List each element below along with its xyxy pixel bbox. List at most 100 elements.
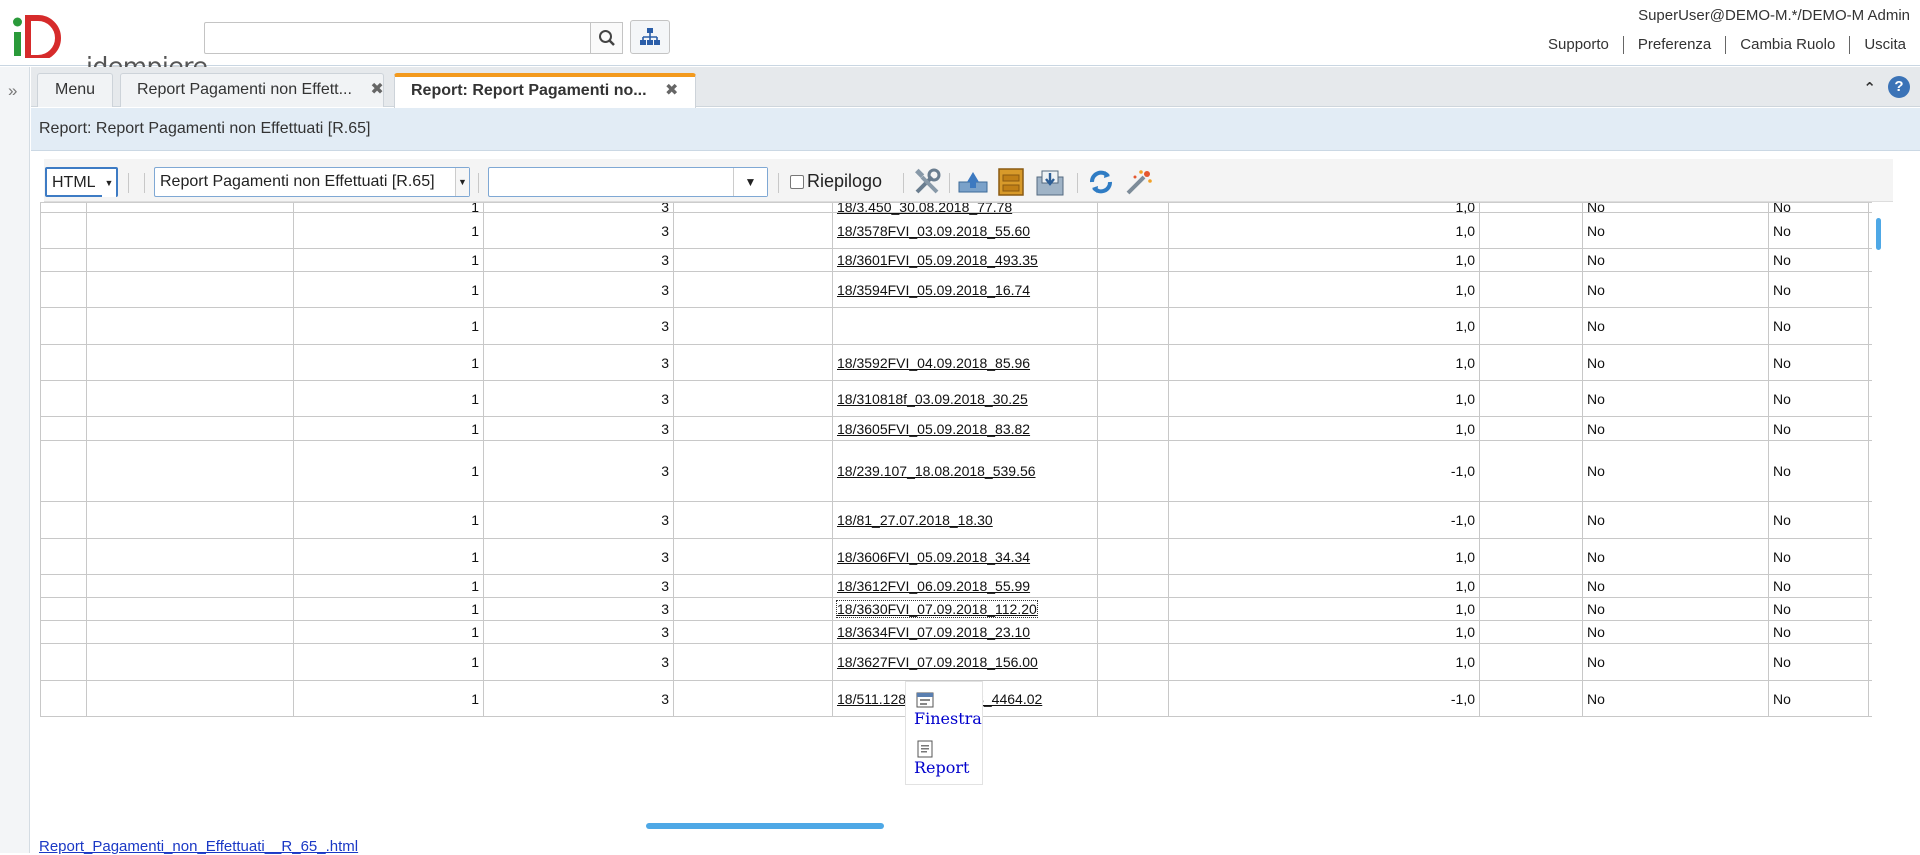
wizard-button[interactable] bbox=[1122, 165, 1156, 199]
summary-checkbox[interactable]: Riepilogo bbox=[790, 171, 882, 192]
document-link[interactable]: 18/3634FVI_07.09.2018_23.10 bbox=[837, 624, 1030, 640]
expand-panel-icon[interactable]: » bbox=[8, 81, 17, 101]
cell-flag: No bbox=[1583, 502, 1769, 538]
cell bbox=[87, 644, 294, 680]
cell bbox=[1098, 681, 1169, 716]
document-link[interactable]: 18/3627FVI_07.09.2018_156.00 bbox=[837, 654, 1038, 670]
cell bbox=[1480, 598, 1583, 620]
cell bbox=[87, 598, 294, 620]
search-button[interactable] bbox=[590, 22, 623, 54]
cell-amount: 1,0 bbox=[1169, 203, 1480, 215]
logout-link[interactable]: Uscita bbox=[1849, 36, 1920, 54]
popup-item-report[interactable]: Report bbox=[914, 758, 969, 777]
cell bbox=[674, 575, 833, 597]
cell-flag: No bbox=[1769, 644, 1869, 680]
drill-up-button[interactable] bbox=[956, 165, 990, 199]
chevron-down-icon[interactable]: ▼ bbox=[733, 168, 767, 196]
cell-number: 3 bbox=[484, 681, 674, 716]
sitemap-button[interactable] bbox=[630, 20, 670, 54]
cell-flag: No bbox=[1769, 272, 1869, 307]
popup-item-window[interactable]: Finestra bbox=[914, 709, 982, 728]
print-format-select[interactable]: ▼ bbox=[488, 167, 768, 197]
document-link[interactable]: 18/3601FVI_05.09.2018_493.35 bbox=[837, 252, 1038, 268]
window-icon bbox=[916, 692, 934, 708]
cell-amount: -1,0 bbox=[1169, 681, 1480, 716]
cell bbox=[40, 381, 87, 416]
checkbox-box[interactable] bbox=[790, 174, 804, 189]
cell-amount: 1,0 bbox=[1169, 644, 1480, 680]
table-row: 1 3 18/3606FVI_05.09.2018_34.34 1,0 No No bbox=[40, 539, 1872, 575]
document-link[interactable]: 18/310818f_03.09.2018_30.25 bbox=[837, 391, 1028, 407]
chevron-up-icon[interactable]: ⌃ bbox=[1863, 79, 1876, 97]
close-tab-icon[interactable]: ✖ bbox=[370, 81, 383, 98]
tab-report-window[interactable]: Report Pagamenti non Effett... ✖ bbox=[120, 73, 384, 107]
support-link[interactable]: Supporto bbox=[1534, 36, 1623, 54]
download-file-link[interactable]: Report_Pagamenti_non_Effettuati__R_65_.h… bbox=[39, 838, 358, 855]
preferences-link[interactable]: Preferenza bbox=[1622, 36, 1725, 54]
cell-flag: No bbox=[1769, 621, 1869, 643]
dropdown-arrow-icon[interactable]: ▼ bbox=[455, 168, 469, 196]
cell-number: 3 bbox=[484, 308, 674, 344]
cell-number: 3 bbox=[484, 598, 674, 620]
tab-menu[interactable]: Menu bbox=[37, 73, 113, 107]
cell-number: 1 bbox=[294, 417, 484, 440]
cell-flag: No bbox=[1769, 345, 1869, 380]
cell bbox=[40, 441, 87, 501]
cell-flag: No bbox=[1769, 598, 1869, 620]
report-view-select[interactable]: Report Pagamenti non Effettuati [R.65] ▼ bbox=[154, 167, 470, 197]
document-link[interactable]: 18/3594FVI_05.09.2018_16.74 bbox=[837, 282, 1030, 298]
cell-number: 1 bbox=[294, 575, 484, 597]
separator bbox=[478, 173, 479, 193]
document-link[interactable]: 18/3606FVI_05.09.2018_34.34 bbox=[837, 549, 1030, 565]
cell-number: 3 bbox=[484, 203, 674, 215]
cell-number: 1 bbox=[294, 441, 484, 501]
separator bbox=[778, 173, 779, 193]
cell bbox=[1480, 203, 1583, 212]
document-link[interactable]: 18/3578FVI_03.09.2018_55.60 bbox=[837, 223, 1030, 239]
cell-number: 1 bbox=[294, 213, 484, 248]
document-link[interactable]: 18/3605FVI_05.09.2018_83.82 bbox=[837, 421, 1030, 437]
cell-number: 1 bbox=[294, 381, 484, 416]
export-button[interactable] bbox=[1033, 165, 1067, 199]
document-link[interactable]: 18/3612FVI_06.09.2018_55.99 bbox=[837, 578, 1030, 594]
tab-report-viewer[interactable]: Report: Report Pagamenti no... ✖ bbox=[394, 73, 696, 108]
archive-button[interactable] bbox=[994, 165, 1028, 199]
document-link[interactable]: 18/239.107_18.08.2018_539.56 bbox=[837, 463, 1036, 479]
close-tab-icon[interactable]: ✖ bbox=[665, 82, 678, 99]
user-info[interactable]: SuperUser@DEMO-M.*/DEMO-M Admin bbox=[1638, 7, 1910, 24]
dropdown-arrow-icon[interactable]: ▼ bbox=[102, 169, 116, 197]
archive-icon bbox=[998, 168, 1024, 196]
horizontal-scrollbar[interactable] bbox=[646, 823, 884, 829]
table-row: 1 3 18/3.450_30.08.2018_77.78 1,0 No No bbox=[40, 203, 1872, 215]
document-link[interactable]: 18/3630FVI_07.09.2018_112.20 bbox=[836, 600, 1038, 618]
help-icon[interactable]: ? bbox=[1888, 76, 1910, 98]
cell-amount: -1,0 bbox=[1169, 502, 1480, 538]
change-role-link[interactable]: Cambia Ruolo bbox=[1725, 36, 1849, 54]
cell-document-link: 18/3578FVI_03.09.2018_55.60 bbox=[833, 213, 1098, 248]
logo[interactable]: idempiere consulting bbox=[10, 10, 211, 146]
tools-icon bbox=[915, 168, 941, 194]
customize-button[interactable] bbox=[910, 165, 944, 199]
cell bbox=[1098, 203, 1169, 212]
cell-number: 3 bbox=[484, 417, 674, 440]
refresh-button[interactable] bbox=[1084, 165, 1118, 199]
cell bbox=[1098, 381, 1169, 416]
global-search-input[interactable] bbox=[204, 22, 591, 54]
cell bbox=[1098, 644, 1169, 680]
separator bbox=[903, 173, 904, 193]
vertical-scrollbar[interactable] bbox=[1876, 218, 1881, 250]
cell-amount: 1,0 bbox=[1169, 308, 1480, 344]
report-view-value: Report Pagamenti non Effettuati [R.65] bbox=[160, 173, 435, 190]
document-link[interactable]: 18/81_27.07.2018_18.30 bbox=[837, 512, 993, 528]
separator bbox=[949, 173, 950, 193]
document-link[interactable]: 18/3592FVI_04.09.2018_85.96 bbox=[837, 355, 1030, 371]
cell-number: 3 bbox=[484, 539, 674, 574]
cell bbox=[674, 644, 833, 680]
table-row: 1 3 18/3601FVI_05.09.2018_493.35 1,0 No No bbox=[40, 249, 1872, 272]
table-row: 1 3 18/310818f_03.09.2018_30.25 1,0 No No bbox=[40, 381, 1872, 417]
cell bbox=[1480, 575, 1583, 597]
separator bbox=[128, 173, 129, 193]
refresh-icon bbox=[1090, 170, 1112, 194]
format-select[interactable]: HTML ▼ bbox=[45, 167, 118, 197]
cell bbox=[87, 272, 294, 307]
